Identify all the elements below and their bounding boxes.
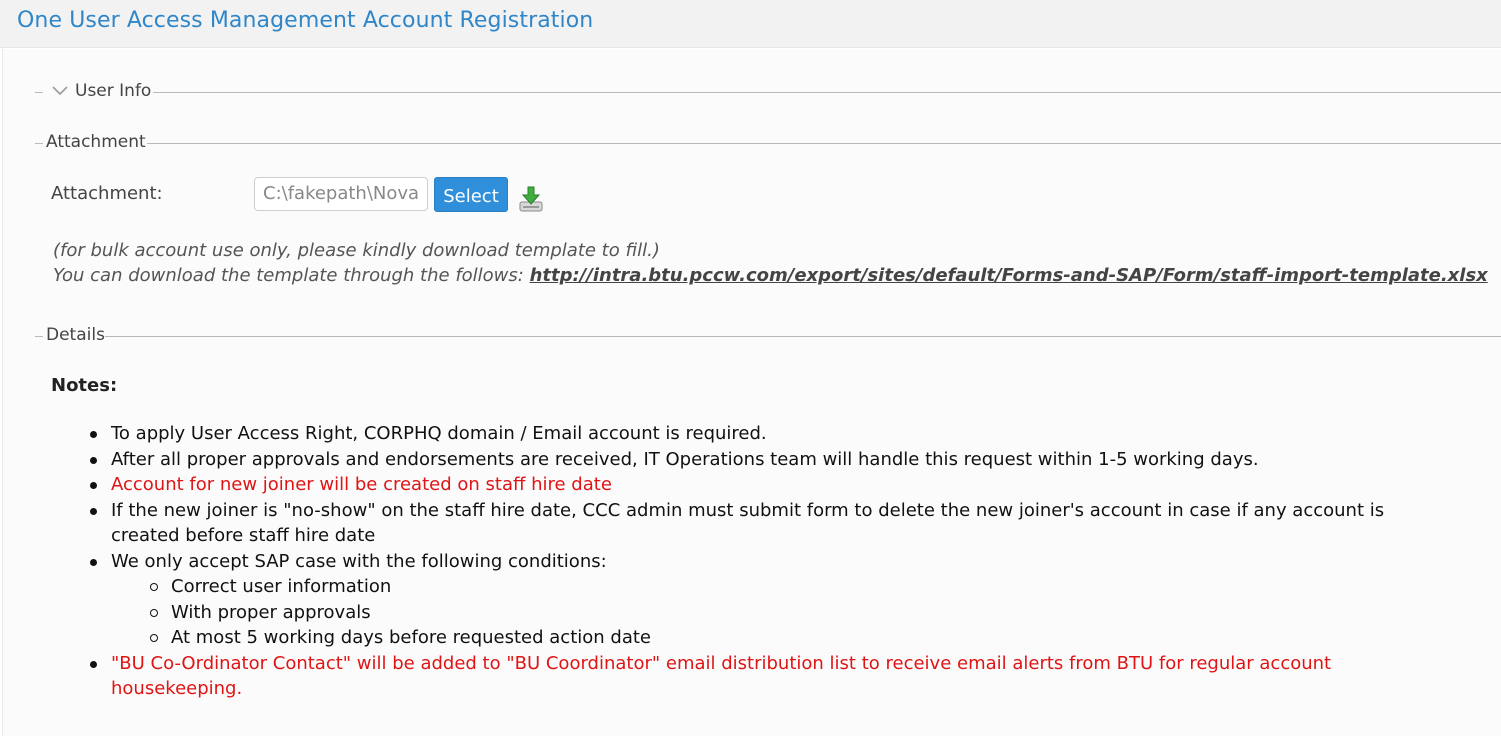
attachment-label: Attachment: <box>51 183 163 204</box>
download-icon[interactable] <box>518 185 544 213</box>
note-item: After all proper approvals and endorseme… <box>90 447 1451 473</box>
note-item-alert: "BU Co-Ordinator Contact" will be added … <box>90 651 1451 702</box>
template-download-link[interactable]: http://intra.btu.pccw.com/export/sites/d… <box>530 265 1488 286</box>
attachment-file-input[interactable]: C:\fakepath\Nova <box>254 177 428 211</box>
details-legend: Details <box>46 325 105 345</box>
notes-title: Notes: <box>51 375 118 396</box>
condition-item: Correct user information <box>150 574 1451 600</box>
user-info-legend[interactable]: User Info <box>75 81 152 101</box>
attachment-legend: Attachment <box>46 132 146 152</box>
page-title: One User Access Management Account Regis… <box>17 8 594 33</box>
chevron-down-icon[interactable] <box>51 83 69 97</box>
legend-divider <box>105 336 1501 337</box>
details-section: Details <box>35 324 1501 348</box>
conditions-list: Correct user information With proper app… <box>150 574 1451 651</box>
conditions-intro: We only accept SAP case with the followi… <box>111 550 607 572</box>
user-info-section[interactable]: User Info <box>35 80 1501 104</box>
select-file-button[interactable]: Select <box>434 177 508 212</box>
condition-item: At most 5 working days before requested … <box>150 625 1451 651</box>
legend-divider <box>147 143 1501 144</box>
bulk-help-text: (for bulk account use only, please kindl… <box>53 240 660 261</box>
page-header: One User Access Management Account Regis… <box>0 0 1501 48</box>
legend-divider <box>35 336 43 337</box>
legend-divider <box>35 143 43 144</box>
note-item-alert: Account for new joiner will be created o… <box>90 472 1451 498</box>
condition-item: With proper approvals <box>150 600 1451 626</box>
template-help-prefix: You can download the template through th… <box>53 265 530 286</box>
template-help-text: You can download the template through th… <box>53 265 1488 286</box>
legend-divider <box>35 92 43 93</box>
note-item: If the new joiner is "no-show" on the st… <box>90 498 1451 549</box>
legend-divider <box>153 92 1501 93</box>
note-item: To apply User Access Right, CORPHQ domai… <box>90 421 1451 447</box>
notes-list: To apply User Access Right, CORPHQ domai… <box>90 421 1451 702</box>
note-item-conditions: We only accept SAP case with the followi… <box>90 549 1451 651</box>
attachment-section: Attachment <box>35 131 1501 155</box>
